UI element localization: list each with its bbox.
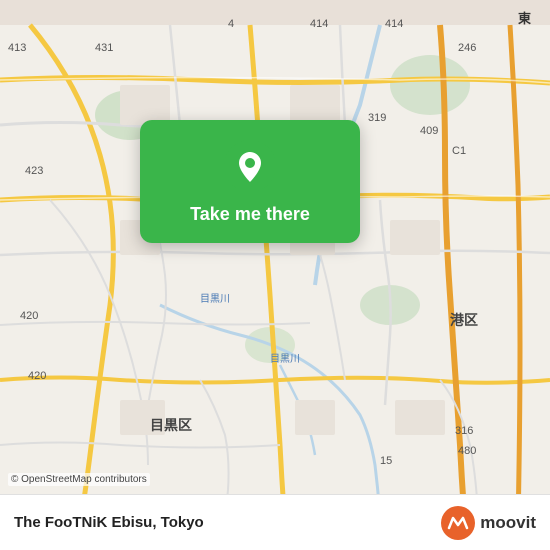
- moovit-logo: moovit: [441, 506, 536, 540]
- district-minato: 港区: [450, 310, 478, 330]
- road-label-15: 15: [380, 455, 392, 467]
- road-label-420b: 420: [28, 370, 46, 382]
- moovit-text: moovit: [480, 513, 536, 533]
- corner-label-east: 東: [518, 8, 531, 27]
- map-attribution: © OpenStreetMap contributors: [8, 473, 150, 486]
- road-label-420a: 420: [20, 310, 38, 322]
- road-label-431: 431: [95, 42, 113, 54]
- moovit-icon: [441, 506, 475, 540]
- district-meguro: 目黒区: [150, 415, 192, 435]
- location-card: Take me there: [140, 120, 360, 243]
- road-label-319: 319: [368, 112, 386, 124]
- river-label-meguro2: 目黒川: [270, 350, 300, 365]
- river-label-meguro: 目黒川: [200, 290, 230, 305]
- road-label-c1: C1: [452, 145, 466, 157]
- bottom-bar: The FooTNiK Ebisu, Tokyo moovit: [0, 494, 550, 550]
- road-label-414b: 414: [385, 18, 403, 30]
- road-label-316: 316: [455, 425, 473, 437]
- place-name: The FooTNiK Ebisu, Tokyo: [14, 514, 204, 531]
- road-label-413: 413: [8, 42, 26, 54]
- road-label-246: 246: [458, 42, 476, 54]
- map-background: [0, 0, 550, 550]
- road-label-423: 423: [25, 165, 43, 177]
- road-label-409: 409: [420, 125, 438, 137]
- road-label-480: 480: [458, 445, 476, 457]
- map-container: 413 431 4 414 414 246 423 C1 409 319 420…: [0, 0, 550, 550]
- take-me-there-button[interactable]: Take me there: [160, 202, 340, 227]
- road-label-414a: 414: [310, 18, 328, 30]
- location-pin-icon: [224, 140, 276, 192]
- road-label-4: 4: [228, 18, 234, 30]
